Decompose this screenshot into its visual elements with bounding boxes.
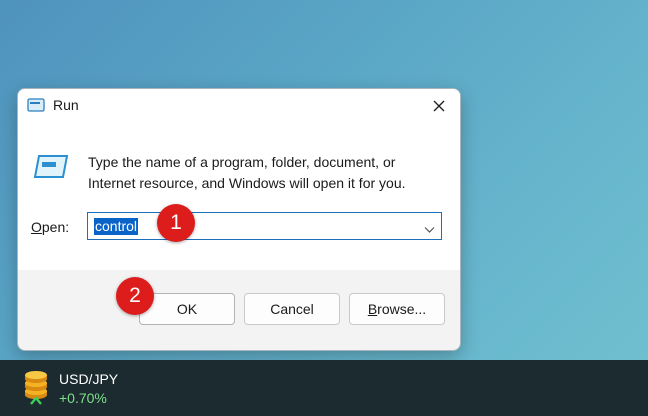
step-badge-1: 1 (157, 204, 195, 242)
dialog-titlebar: Run (18, 89, 460, 123)
browse-label-rest: rowse... (377, 301, 427, 317)
taskbar (0, 360, 648, 416)
run-dialog: Run Type the name of a program, folder, … (17, 88, 461, 351)
widget-change[interactable]: +0.70% (59, 390, 107, 406)
dialog-title: Run (53, 97, 79, 113)
run-app-icon (27, 98, 45, 117)
chevron-down-icon[interactable] (424, 221, 435, 239)
widget-ticker[interactable]: USD/JPY (59, 371, 118, 387)
cancel-button[interactable]: Cancel (244, 293, 340, 325)
open-input-value: control (94, 218, 139, 235)
dialog-body: Type the name of a program, folder, docu… (18, 123, 460, 270)
step-badge-2: 2 (116, 277, 154, 315)
open-label: Open: (31, 219, 69, 235)
coins-icon[interactable] (22, 371, 50, 405)
browse-accel: B (367, 301, 378, 317)
run-program-icon (33, 153, 69, 186)
dialog-description: Type the name of a program, folder, docu… (88, 154, 406, 191)
browse-button[interactable]: Browse... (349, 293, 445, 325)
close-button[interactable] (426, 93, 452, 119)
open-label-rest: pen: (41, 219, 70, 235)
close-icon (433, 100, 445, 112)
open-input[interactable]: control (87, 212, 442, 240)
open-label-accel: O (31, 219, 42, 235)
